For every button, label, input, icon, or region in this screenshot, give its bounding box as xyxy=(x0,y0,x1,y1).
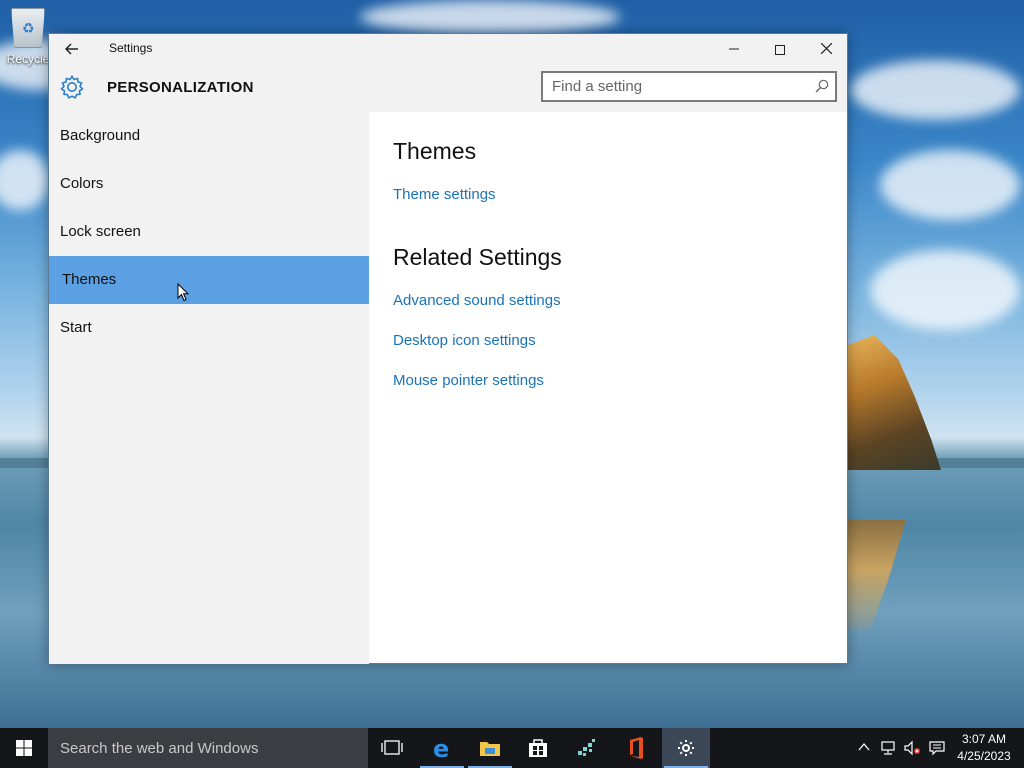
store-icon xyxy=(529,739,547,757)
back-arrow-icon xyxy=(64,43,78,55)
search-icon[interactable] xyxy=(815,79,829,93)
maximize-icon xyxy=(775,45,785,56)
search-box[interactable] xyxy=(541,71,837,102)
gear-icon xyxy=(60,75,84,99)
action-center-icon[interactable] xyxy=(928,740,946,756)
settings-window: Settings PERSONALIZATION Background xyxy=(48,33,848,664)
store-button[interactable] xyxy=(514,728,562,768)
pinned-app-button[interactable] xyxy=(562,728,610,768)
cloud xyxy=(0,150,50,210)
network-icon[interactable] xyxy=(880,740,896,756)
title-bar: Settings xyxy=(49,34,847,64)
task-view-button[interactable] xyxy=(368,728,416,768)
windows-logo-icon xyxy=(16,740,32,756)
sidebar-item-colors[interactable]: Colors xyxy=(49,160,369,208)
task-view-icon xyxy=(381,740,403,755)
settings-header: PERSONALIZATION xyxy=(49,64,847,112)
office-icon xyxy=(630,737,643,759)
office-button[interactable] xyxy=(612,728,660,768)
theme-settings-link[interactable]: Theme settings xyxy=(393,186,496,203)
mouse-cursor-icon xyxy=(177,283,189,302)
advanced-sound-settings-link[interactable]: Advanced sound settings xyxy=(393,292,561,309)
sidebar-item-background[interactable]: Background xyxy=(49,112,369,160)
taskbar-search-box[interactable]: Search the web and Windows xyxy=(48,728,368,768)
clock-time: 3:07 AM xyxy=(961,732,1007,746)
edge-button[interactable]: e xyxy=(418,728,466,768)
close-button[interactable] xyxy=(803,34,849,64)
page-title: PERSONALIZATION xyxy=(107,79,254,96)
rock-reflection xyxy=(846,520,906,630)
settings-icon xyxy=(678,740,694,756)
cloud xyxy=(870,250,1020,330)
file-explorer-icon xyxy=(480,742,500,756)
rock-formation xyxy=(846,335,941,470)
minimize-icon xyxy=(729,48,739,50)
volume-muted-icon[interactable] xyxy=(903,740,921,756)
svg-text:e: e xyxy=(433,735,449,763)
sidebar-item-lock-screen[interactable]: Lock screen xyxy=(49,208,369,256)
sidebar-item-themes[interactable]: Themes xyxy=(49,256,369,304)
file-explorer-button[interactable] xyxy=(466,728,514,768)
themes-heading: Themes xyxy=(393,138,477,164)
minimize-button[interactable] xyxy=(711,34,757,64)
close-icon xyxy=(820,42,832,55)
sidebar: Background Colors Lock screen Themes Sta… xyxy=(49,112,369,664)
sidebar-item-start[interactable]: Start xyxy=(49,304,369,352)
settings-button[interactable] xyxy=(662,728,710,768)
recycle-bin-icon: ♻ xyxy=(11,8,45,48)
cloud xyxy=(360,0,620,34)
app-icon xyxy=(578,739,595,756)
search-input[interactable] xyxy=(543,73,805,100)
system-clock[interactable]: 3:07 AM 4/25/2023 xyxy=(948,731,1020,765)
back-button[interactable] xyxy=(61,39,83,59)
maximize-button[interactable] xyxy=(757,34,803,64)
taskbar: Search the web and Windows e 3:07 AM 4/2… xyxy=(0,728,1024,768)
cloud xyxy=(880,150,1020,220)
start-button[interactable] xyxy=(0,728,48,768)
edge-icon: e xyxy=(433,735,449,763)
mouse-pointer-settings-link[interactable]: Mouse pointer settings xyxy=(393,372,544,389)
desktop-icon-settings-link[interactable]: Desktop icon settings xyxy=(393,332,536,349)
window-title: Settings xyxy=(109,41,153,55)
cloud xyxy=(850,60,1020,120)
chevron-up-icon[interactable] xyxy=(858,742,870,752)
taskbar-search-text: Search the web and Windows xyxy=(60,740,259,757)
clock-date: 4/25/2023 xyxy=(957,749,1011,763)
related-settings-heading: Related Settings xyxy=(393,244,562,270)
